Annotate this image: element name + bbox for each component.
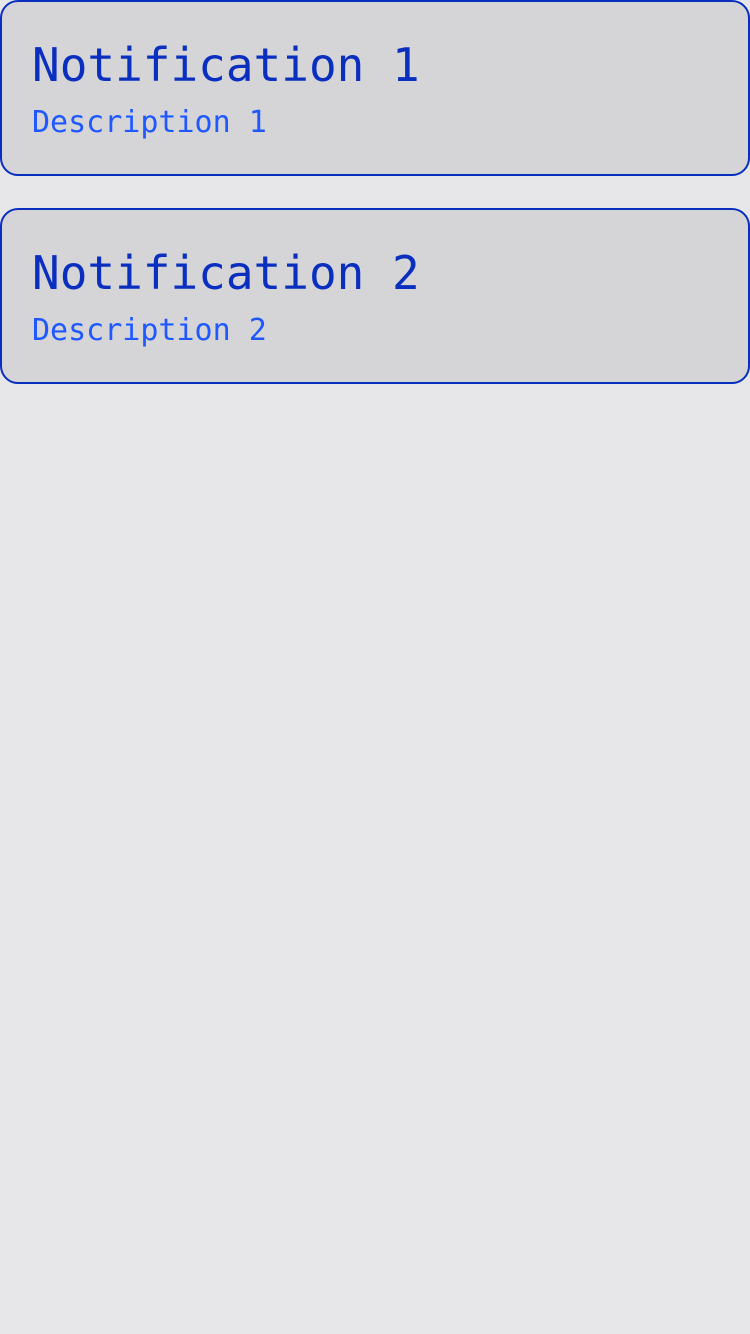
notification-list: Notification 1 Description 1 Notificatio… (0, 0, 750, 1334)
notification-card-1[interactable]: Notification 1 Description 1 (0, 0, 750, 176)
notification-description: Description 2 (32, 313, 267, 348)
notification-title: Notification 2 (32, 246, 420, 300)
notification-title: Notification 1 (32, 38, 420, 92)
notification-card-2[interactable]: Notification 2 Description 2 (0, 208, 750, 384)
notification-description: Description 1 (32, 105, 267, 140)
